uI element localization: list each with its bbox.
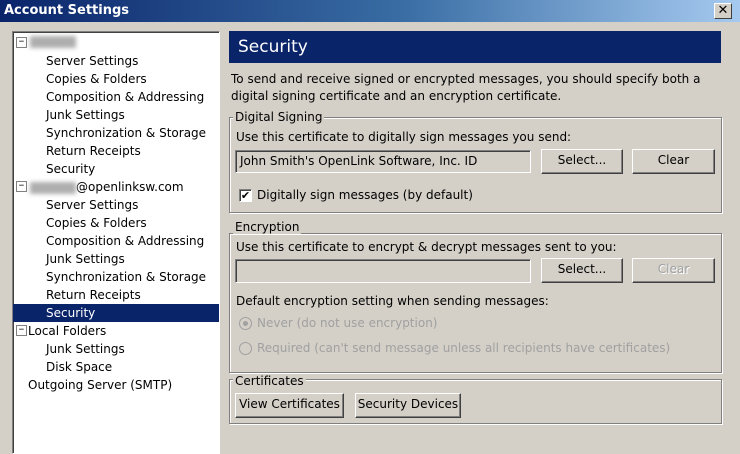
certificates-label: Certificates [233, 374, 306, 388]
encryption-instruction: Use this certificate to encrypt & decryp… [236, 240, 617, 254]
tree-account-1[interactable] [30, 32, 76, 50]
collapse-icon[interactable]: − [16, 181, 27, 192]
radio-never[interactable] [239, 317, 252, 330]
tree-item-sync-storage[interactable]: Synchronization & Storage [46, 268, 206, 286]
radio-required-label[interactable]: Required (can't send message unless all … [257, 341, 670, 355]
tree-local-folders[interactable]: Local Folders [28, 322, 106, 340]
tree-item-copies-folders[interactable]: Copies & Folders [46, 214, 147, 232]
tree-outgoing-server[interactable]: Outgoing Server (SMTP) [28, 376, 172, 394]
redacted-account-name [30, 181, 76, 194]
tree-item-junk-settings[interactable]: Junk Settings [46, 250, 125, 268]
tree-item-composition[interactable]: Composition & Addressing [46, 88, 204, 106]
tree-item-junk-settings[interactable]: Junk Settings [46, 340, 125, 358]
encryption-label: Encryption [233, 220, 302, 234]
signing-instruction: Use this certificate to digitally sign m… [236, 130, 572, 144]
account-tree[interactable]: − Server Settings Copies & Folders Compo… [12, 31, 220, 454]
panel-title: Security [229, 31, 721, 63]
radio-required[interactable] [239, 342, 252, 355]
default-encryption-label: Default encryption setting when sending … [236, 294, 549, 308]
radio-selected-dot [243, 321, 248, 326]
tree-item-security-selected[interactable]: Security [13, 304, 219, 322]
encryption-clear-button[interactable]: Clear [632, 258, 715, 283]
signing-certificate-field[interactable]: John Smith's OpenLink Software, Inc. ID [235, 150, 531, 173]
tree-item-server-settings[interactable]: Server Settings [46, 196, 138, 214]
tree-item-disk-space[interactable]: Disk Space [46, 358, 112, 376]
redacted-account-name [30, 35, 76, 48]
tree-item-return-receipts[interactable]: Return Receipts [46, 142, 141, 160]
close-icon[interactable]: ✕ [714, 3, 732, 19]
signing-select-button[interactable]: Select... [541, 149, 623, 174]
view-certificates-button[interactable]: View Certificates [235, 393, 344, 418]
tree-item-server-settings[interactable]: Server Settings [46, 52, 138, 70]
security-devices-button[interactable]: Security Devices [355, 393, 461, 418]
security-panel: Security To send and receive signed or e… [229, 31, 723, 424]
panel-description: To send and receive signed or encrypted … [231, 72, 701, 103]
digitally-sign-label[interactable]: Digitally sign messages (by default) [257, 188, 473, 202]
signing-clear-button[interactable]: Clear [632, 149, 715, 174]
tree-item-return-receipts[interactable]: Return Receipts [46, 286, 141, 304]
tree-item-junk-settings[interactable]: Junk Settings [46, 106, 125, 124]
encryption-select-button[interactable]: Select... [541, 258, 623, 283]
checkmark-icon: ✔ [240, 189, 251, 202]
tree-item-composition[interactable]: Composition & Addressing [46, 232, 204, 250]
digitally-sign-checkbox[interactable]: ✔ [239, 189, 252, 202]
tree-item-sync-storage[interactable]: Synchronization & Storage [46, 124, 206, 142]
title-bar: Account Settings ✕ [0, 0, 740, 22]
window-title: Account Settings [4, 3, 130, 18]
digital-signing-label: Digital Signing [233, 110, 325, 124]
collapse-icon[interactable]: − [16, 37, 27, 48]
tree-item-copies-folders[interactable]: Copies & Folders [46, 70, 147, 88]
collapse-icon[interactable]: − [16, 325, 27, 336]
radio-never-label[interactable]: Never (do not use encryption) [257, 316, 437, 330]
tree-item-security[interactable]: Security [46, 160, 95, 178]
encryption-certificate-field[interactable] [235, 259, 531, 283]
tree-account-2[interactable]: @openlinksw.com [30, 178, 184, 196]
